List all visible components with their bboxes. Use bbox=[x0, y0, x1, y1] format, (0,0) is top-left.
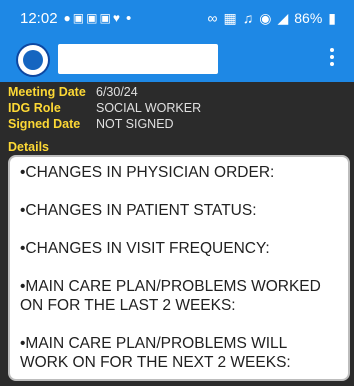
idg-role-row: IDG Role SOCIAL WORKER bbox=[8, 100, 348, 116]
signed-date-value: NOT SIGNED bbox=[96, 117, 174, 131]
battery-icon: ▮ bbox=[328, 9, 336, 26]
details-line: •CHANGES IN PATIENT STATUS: bbox=[20, 202, 257, 219]
idg-role-label: IDG Role bbox=[8, 101, 61, 115]
mute-icon: ♫ bbox=[242, 10, 254, 26]
photo-icon: ▣ bbox=[86, 11, 98, 25]
details-line: •MAIN CARE PLAN/PROBLEMS WILL WORK ON FO… bbox=[20, 335, 291, 371]
overflow-menu-icon[interactable] bbox=[330, 48, 336, 66]
meeting-date-row: Meeting Date 6/30/24 bbox=[8, 84, 348, 100]
clock: 12:02 bbox=[20, 9, 58, 27]
app-bar bbox=[0, 36, 354, 82]
photo-icon: ▣ bbox=[72, 11, 85, 25]
heart-icon: ♥ bbox=[112, 11, 120, 25]
meeting-info: Meeting Date 6/30/24 IDG Role SOCIAL WOR… bbox=[8, 84, 348, 132]
nfc-icon: ▦ bbox=[223, 9, 237, 26]
photo-icon: ▣ bbox=[99, 11, 111, 25]
details-label: Details bbox=[8, 140, 49, 154]
signal-icon: ◢ bbox=[277, 9, 289, 26]
app-logo-icon[interactable] bbox=[18, 45, 48, 75]
notification-icons: ● ▣ ▣ ▣ ♥ bbox=[64, 12, 120, 24]
battery-level: 86% bbox=[294, 10, 323, 26]
meeting-date-label: Meeting Date bbox=[8, 85, 86, 99]
details-line: •CHANGES IN VISIT FREQUENCY: bbox=[20, 240, 270, 257]
redacted-title-box bbox=[58, 44, 218, 74]
status-bar: 12:02 ● ▣ ▣ ▣ ♥ • ∞ ▦ ♫ ◉ ◢ 86% ▮ bbox=[0, 0, 354, 36]
signed-date-label: Signed Date bbox=[8, 117, 81, 131]
signed-date-row: Signed Date NOT SIGNED bbox=[8, 116, 348, 132]
idg-role-value: SOCIAL WORKER bbox=[96, 101, 202, 115]
wifi-icon: ◉ bbox=[259, 9, 272, 26]
link-icon: ∞ bbox=[207, 10, 218, 26]
details-textarea[interactable]: •CHANGES IN PHYSICIAN ORDER: •CHANGES IN… bbox=[8, 155, 350, 381]
details-line: •CHANGES IN PHYSICIAN ORDER: bbox=[20, 164, 275, 181]
meeting-date-value: 6/30/24 bbox=[96, 85, 138, 99]
details-line: •MAIN CARE PLAN/PROBLEMS WORKED ON FOR T… bbox=[20, 278, 321, 314]
more-notifications-dot: • bbox=[125, 9, 132, 27]
chat-icon: ● bbox=[63, 11, 71, 25]
